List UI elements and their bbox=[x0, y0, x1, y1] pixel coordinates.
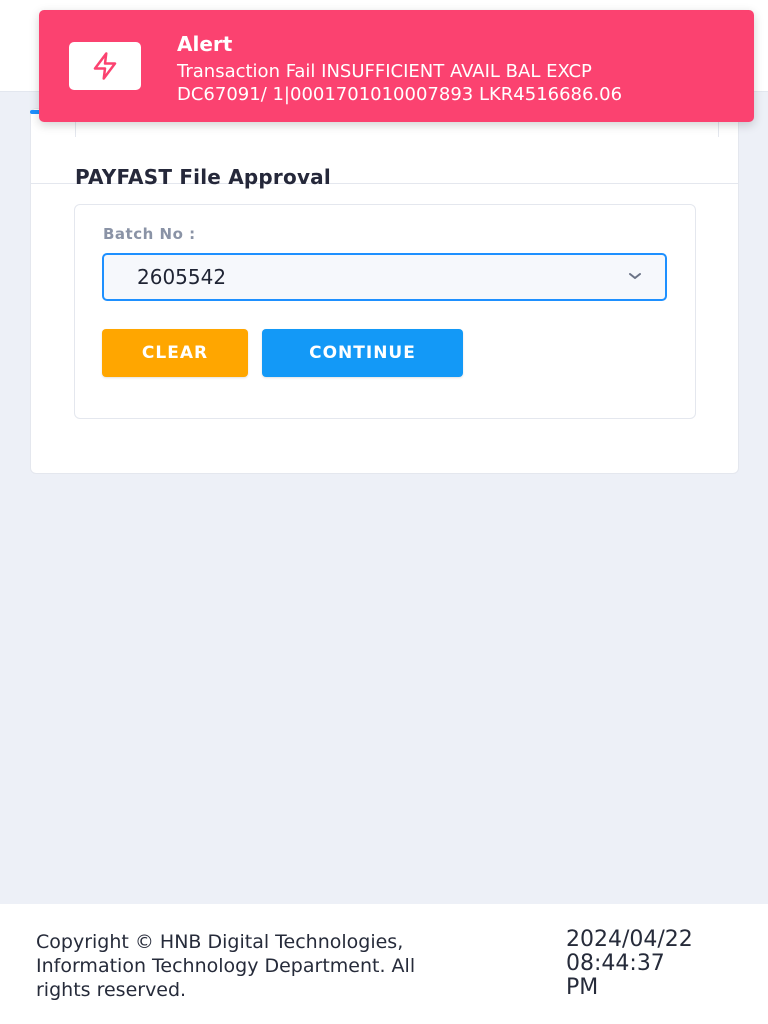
lightning-icon bbox=[93, 52, 117, 80]
ampm-text: PM bbox=[566, 975, 599, 1000]
alert-title: Alert bbox=[177, 32, 233, 56]
alert-icon-box bbox=[69, 42, 141, 90]
batch-no-select[interactable]: 2605542 bbox=[102, 253, 667, 301]
date-text: 2024/04/22 bbox=[566, 927, 693, 952]
alert-toast[interactable]: Alert Transaction Fail INSUFFICIENT AVAI… bbox=[39, 10, 754, 122]
copyright-line-1: Copyright © HNB Digital Technologies, bbox=[36, 931, 404, 953]
page-title: PAYFAST File Approval bbox=[75, 165, 331, 189]
copyright-line-3: rights reserved. bbox=[36, 979, 187, 1001]
batch-form: Batch No : 2605542 CLEAR CONTINUE bbox=[74, 204, 696, 419]
continue-button[interactable]: CONTINUE bbox=[262, 329, 463, 377]
approval-card: PAYFAST File Approval Batch No : 2605542… bbox=[30, 108, 739, 474]
copyright-line-2: Information Technology Department. All bbox=[36, 955, 416, 977]
alert-message: Transaction Fail INSUFFICIENT AVAIL BAL … bbox=[177, 60, 737, 106]
copyright-text: Copyright © HNB Digital Technologies, In… bbox=[36, 930, 548, 1002]
batch-no-value: 2605542 bbox=[137, 265, 227, 289]
footer: Copyright © HNB Digital Technologies, In… bbox=[0, 904, 768, 1024]
datetime-display: 2024/04/22 08:44:37 PM bbox=[566, 928, 756, 1000]
clear-button[interactable]: CLEAR bbox=[102, 329, 248, 377]
chevron-down-icon bbox=[629, 273, 641, 279]
card-header: PAYFAST File Approval bbox=[31, 137, 738, 189]
batch-no-label: Batch No : bbox=[103, 225, 196, 243]
alert-message-line-2: DC67091/ 1|0001701010007893 LKR4516686.0… bbox=[177, 84, 623, 105]
time-text: 08:44:37 bbox=[566, 951, 665, 976]
alert-message-line-1: Transaction Fail INSUFFICIENT AVAIL BAL … bbox=[177, 61, 592, 82]
